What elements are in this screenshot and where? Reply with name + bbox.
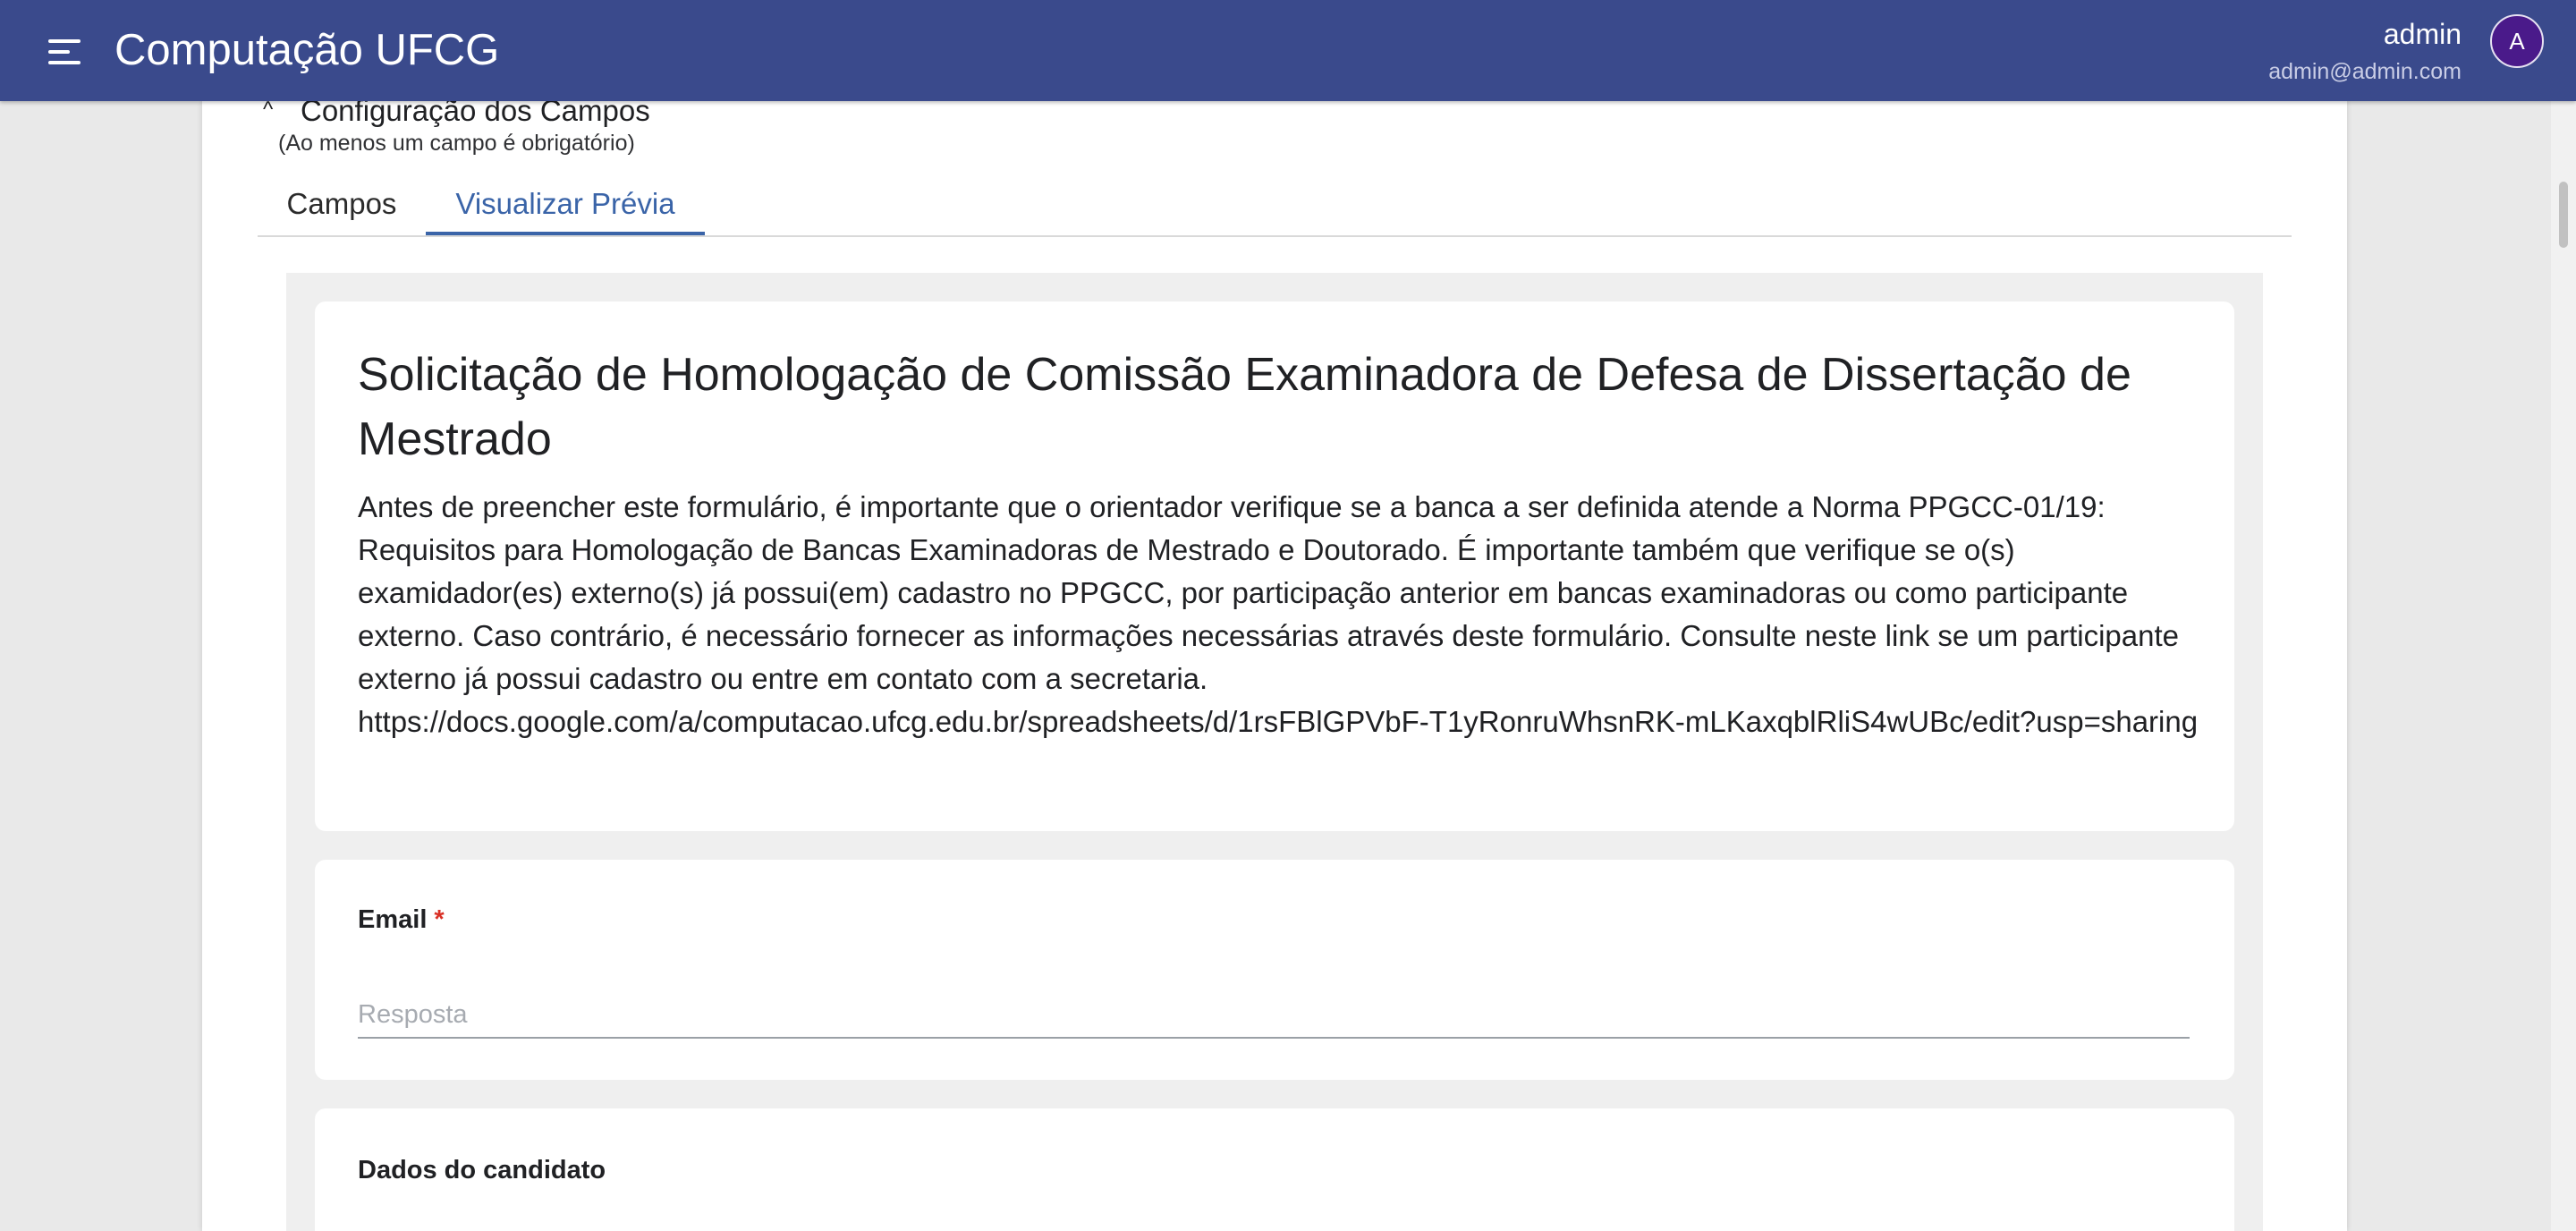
main-card: ^ Configuração dos Campos (Ao menos um c… bbox=[202, 101, 2347, 1231]
form-header-card: Solicitação de Homologação de Comissão E… bbox=[315, 301, 2234, 831]
required-mark: * bbox=[434, 905, 445, 934]
section-title: Configuração dos Campos bbox=[301, 101, 650, 127]
app-bar: Computação UFCG admin admin@admin.com A bbox=[0, 0, 2576, 101]
chevron-up-icon[interactable]: ^ bbox=[263, 101, 273, 123]
scrollbar-thumb[interactable] bbox=[2559, 182, 2568, 248]
dados-candidato-label: Dados do candidato bbox=[358, 1156, 606, 1184]
app-title: Computação UFCG bbox=[114, 26, 500, 74]
email-label: Email * bbox=[358, 903, 445, 937]
page-scrollbar[interactable] bbox=[2551, 101, 2576, 1231]
avatar[interactable]: A bbox=[2490, 14, 2544, 68]
section-subtitle: (Ao menos um campo é obrigatório) bbox=[278, 131, 635, 156]
email-label-text: Email bbox=[358, 905, 428, 934]
email-field-card: Email * bbox=[315, 860, 2234, 1080]
menu-icon[interactable] bbox=[48, 39, 80, 64]
form-preview: Solicitação de Homologação de Comissão E… bbox=[286, 273, 2263, 1231]
form-description: Antes de preencher este formulário, é im… bbox=[358, 486, 2209, 743]
form-title: Solicitação de Homologação de Comissão E… bbox=[358, 349, 2131, 465]
tab-visualizar-previa[interactable]: Visualizar Prévia bbox=[426, 180, 705, 233]
email-answer-input[interactable] bbox=[358, 992, 2190, 1039]
dados-candidato-card: Dados do candidato bbox=[315, 1108, 2234, 1231]
active-tab-indicator bbox=[426, 232, 705, 235]
tab-campos[interactable]: Campos bbox=[258, 180, 426, 233]
user-email: admin@admin.com bbox=[2268, 59, 2462, 84]
form-description-link: https://docs.google.com/a/computacao.ufc… bbox=[358, 705, 2199, 738]
user-name: admin bbox=[2383, 18, 2462, 50]
form-description-text: Antes de preencher este formulário, é im… bbox=[358, 490, 2179, 695]
tab-bar: Campos Visualizar Prévia bbox=[258, 180, 2292, 237]
